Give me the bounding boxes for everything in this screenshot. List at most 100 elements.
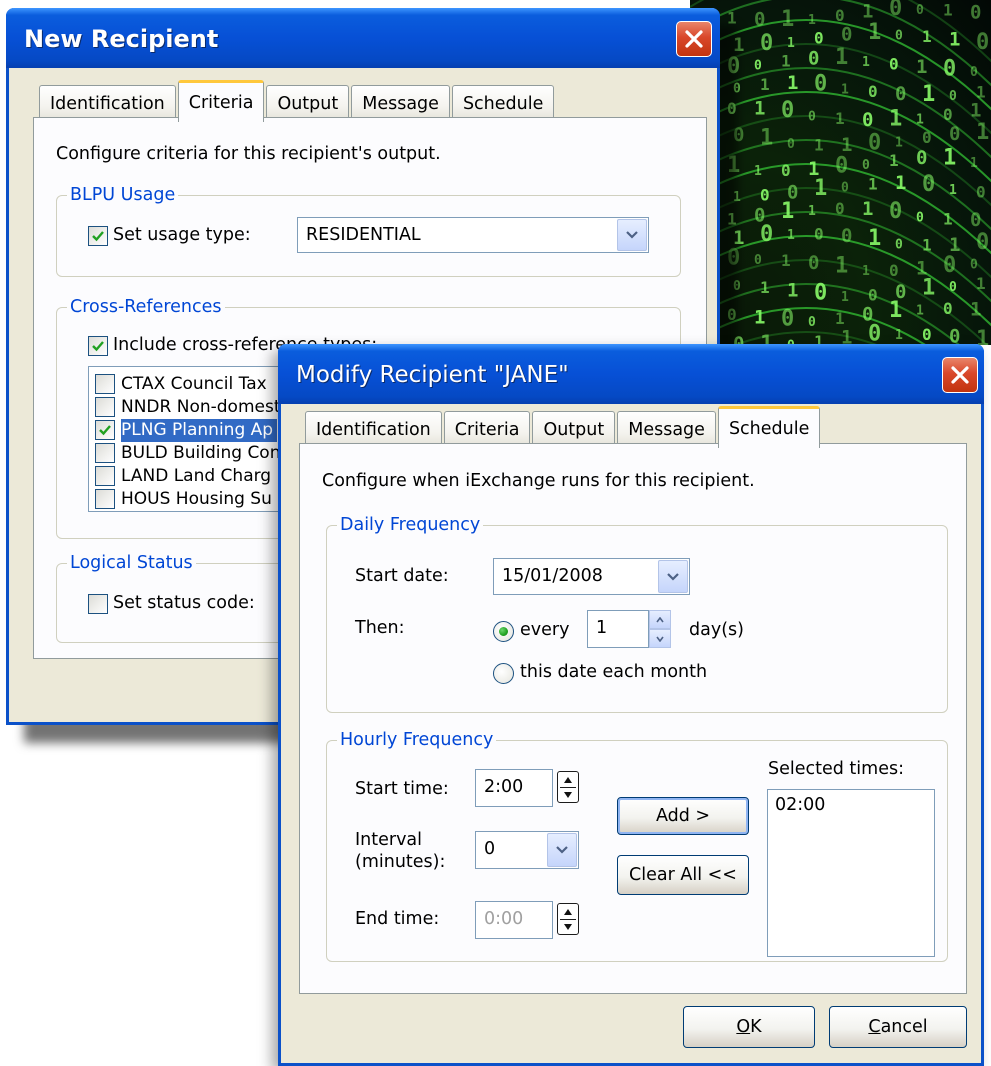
add-time-label: Add > bbox=[655, 806, 711, 826]
svg-text:0: 0 bbox=[727, 99, 737, 118]
spin-up-button[interactable] bbox=[649, 610, 671, 629]
modify-recipient-titlebar[interactable]: Modify Recipient "JANE" bbox=[278, 344, 984, 404]
end-time-input[interactable]: 0:00 bbox=[475, 901, 553, 939]
svg-text:0: 0 bbox=[976, 183, 986, 202]
list-item-checkbox[interactable] bbox=[95, 397, 115, 417]
blpu-usage-group: BLPU Usage Set usage type: RESIDENTIAL bbox=[56, 183, 681, 277]
svg-text:1: 1 bbox=[943, 209, 953, 228]
schedule-intro: Configure when iExchange runs for this r… bbox=[322, 471, 755, 491]
svg-text:1: 1 bbox=[841, 290, 849, 305]
tab-schedule[interactable]: Schedule bbox=[451, 85, 555, 121]
dropdown-button[interactable] bbox=[617, 219, 647, 251]
svg-text:0: 0 bbox=[943, 56, 956, 81]
svg-text:0: 0 bbox=[949, 123, 960, 145]
every-radio[interactable] bbox=[493, 621, 514, 642]
cancel-button[interactable]: Cancel bbox=[829, 1006, 967, 1048]
window-title: New Recipient bbox=[24, 25, 219, 53]
every-days-input[interactable]: 1 bbox=[587, 610, 649, 648]
svg-text:0: 0 bbox=[754, 253, 762, 268]
svg-text:0: 0 bbox=[976, 30, 989, 55]
svg-text:1: 1 bbox=[943, 146, 956, 171]
svg-text:1: 1 bbox=[949, 29, 960, 51]
list-item[interactable]: 02:00 bbox=[775, 795, 825, 815]
list-item-checkbox[interactable] bbox=[95, 466, 115, 486]
svg-text:1: 1 bbox=[808, 204, 816, 219]
start-time-input[interactable]: 2:00 bbox=[475, 769, 553, 807]
this-date-each-month-label: this date each month bbox=[520, 662, 708, 682]
add-time-button[interactable]: Add > bbox=[617, 797, 749, 835]
tab-message[interactable]: Message bbox=[351, 85, 450, 121]
svg-text:0: 0 bbox=[976, 230, 989, 255]
svg-text:1: 1 bbox=[835, 309, 845, 328]
tab-criteria[interactable]: Criteria bbox=[443, 411, 531, 447]
svg-text:0: 0 bbox=[922, 172, 935, 197]
svg-text:1: 1 bbox=[949, 183, 957, 198]
svg-text:0: 0 bbox=[889, 55, 899, 74]
tab-output[interactable]: Output bbox=[266, 85, 350, 121]
window-title: Modify Recipient "JANE" bbox=[296, 362, 569, 388]
list-item-checkbox[interactable] bbox=[95, 489, 115, 509]
svg-text:0: 0 bbox=[733, 279, 741, 294]
tab-output[interactable]: Output bbox=[532, 411, 616, 447]
date-dropdown-button[interactable] bbox=[658, 560, 688, 593]
close-button[interactable] bbox=[676, 21, 712, 57]
start-date-picker[interactable]: 15/01/2008 bbox=[493, 558, 690, 595]
checkmark-icon bbox=[92, 231, 104, 242]
tab-identification[interactable]: Identification bbox=[305, 411, 442, 447]
svg-text:1: 1 bbox=[835, 109, 845, 128]
svg-text:0: 0 bbox=[868, 321, 881, 345]
tab-message[interactable]: Message bbox=[617, 411, 716, 447]
svg-text:1: 1 bbox=[922, 82, 935, 107]
svg-text:0: 0 bbox=[841, 24, 852, 46]
every-days-spinner[interactable] bbox=[649, 610, 671, 648]
tab-criteria[interactable]: Criteria bbox=[177, 80, 265, 122]
set-status-code-checkbox[interactable] bbox=[88, 594, 108, 614]
svg-text:0: 0 bbox=[787, 137, 795, 152]
svg-text:0: 0 bbox=[970, 1, 981, 23]
list-item-checkbox[interactable] bbox=[95, 443, 115, 463]
spin-down-button[interactable] bbox=[649, 629, 671, 648]
svg-text:0: 0 bbox=[970, 209, 981, 231]
set-usage-type-checkbox[interactable] bbox=[88, 226, 108, 246]
svg-text:0: 0 bbox=[733, 81, 741, 96]
ok-button[interactable]: OK bbox=[683, 1006, 815, 1048]
close-button[interactable] bbox=[942, 357, 978, 393]
list-item-label: LAND Land Charg bbox=[121, 466, 272, 486]
list-item-checkbox[interactable] bbox=[95, 420, 115, 440]
svg-text:1: 1 bbox=[781, 251, 791, 270]
svg-text:0: 0 bbox=[922, 325, 932, 344]
this-date-each-month-radio[interactable] bbox=[493, 663, 514, 684]
svg-text:1: 1 bbox=[781, 199, 794, 224]
daily-frequency-group: Daily Frequency Start date: 15/01/2008 T… bbox=[326, 513, 948, 713]
list-item-label: BULD Building Con bbox=[121, 443, 281, 463]
svg-text:1: 1 bbox=[727, 8, 737, 27]
include-cross-reference-checkbox[interactable] bbox=[88, 336, 108, 356]
svg-text:1: 1 bbox=[835, 254, 848, 279]
svg-text:1: 1 bbox=[895, 135, 903, 150]
svg-text:0: 0 bbox=[889, 199, 902, 224]
tab-identification[interactable]: Identification bbox=[39, 85, 176, 121]
svg-text:1: 1 bbox=[862, 55, 870, 70]
svg-text:1: 1 bbox=[868, 175, 878, 194]
usage-type-dropdown[interactable]: RESIDENTIAL bbox=[297, 217, 649, 253]
list-item-label: CTAX Council Tax bbox=[121, 374, 267, 394]
svg-text:1: 1 bbox=[922, 27, 932, 46]
selected-times-list[interactable]: 02:00 bbox=[767, 789, 935, 957]
interval-dropdown[interactable]: 0 bbox=[475, 831, 579, 869]
tab-schedule[interactable]: Schedule bbox=[717, 406, 821, 448]
svg-text:1: 1 bbox=[943, 0, 953, 19]
clear-all-button[interactable]: Clear All << bbox=[617, 855, 749, 895]
start-time-spinner[interactable] bbox=[557, 771, 579, 803]
blpu-usage-title: BLPU Usage bbox=[67, 183, 179, 207]
svg-text:1: 1 bbox=[814, 135, 824, 154]
svg-text:1: 1 bbox=[916, 56, 927, 78]
matrix-background-image: 0101101001011010010110100101101001011010… bbox=[690, 0, 991, 345]
list-item-checkbox[interactable] bbox=[95, 374, 115, 394]
new-recipient-titlebar[interactable]: New Recipient bbox=[6, 8, 720, 68]
chevron-down-icon bbox=[556, 846, 568, 854]
svg-text:0: 0 bbox=[889, 0, 902, 21]
svg-text:1: 1 bbox=[970, 100, 981, 122]
svg-text:0: 0 bbox=[727, 305, 737, 324]
end-time-spinner[interactable] bbox=[557, 903, 579, 935]
interval-dropdown-button[interactable] bbox=[547, 833, 577, 867]
